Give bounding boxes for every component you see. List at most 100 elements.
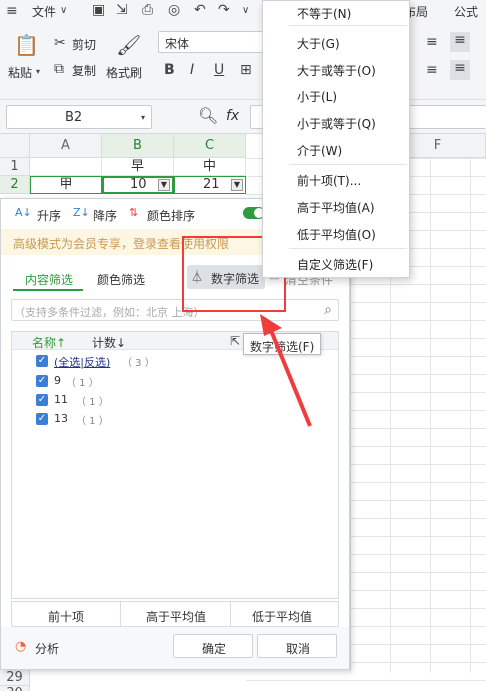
menu-item-top10[interactable]: 前十项(T)... (297, 172, 361, 189)
row-header-2[interactable]: 2 (0, 176, 30, 194)
filter-dropdown-icon[interactable]: ▼ (158, 179, 170, 191)
align-top-icon[interactable]: ≡ (426, 34, 438, 50)
fx-button[interactable]: fx (226, 108, 239, 124)
column-header-b[interactable]: B (102, 134, 174, 158)
list-item[interactable]: ✓ 13 （ 1 ） (36, 412, 236, 428)
ok-button[interactable]: 确定 (173, 634, 253, 658)
row-header-1[interactable]: 1 (0, 158, 30, 176)
print-icon[interactable]: ⎙ (142, 2, 153, 18)
copy-icon: ⧉ (54, 61, 64, 77)
select-all-corner[interactable] (0, 134, 30, 158)
checkbox-checked[interactable]: ✓ (36, 413, 48, 425)
ok-label: 确定 (202, 642, 227, 656)
paste-label: 粘贴 (8, 66, 33, 80)
menu-icon[interactable]: ≡ (6, 3, 18, 19)
list-item-count: （ 1 ） (76, 397, 109, 408)
tab-formula[interactable]: 公式 (454, 3, 478, 20)
row-header-30[interactable]: 30 (0, 686, 30, 691)
export-icon[interactable]: ⇲ (116, 2, 128, 18)
zoom-icon[interactable]: 🔍︎ (198, 108, 218, 124)
cell-reference: B2 (65, 110, 83, 125)
scissors-icon: ✂ (54, 35, 66, 51)
divider (120, 602, 121, 626)
menu-item-greater-than[interactable]: 大于(G) (297, 35, 340, 52)
cancel-button[interactable]: 取消 (257, 634, 337, 658)
row-header-29[interactable]: 29 (0, 670, 30, 686)
tab-active-underline (13, 289, 83, 291)
align-left-icon[interactable]: ≡ (426, 62, 438, 78)
align-middle-icon[interactable]: ≡ (450, 32, 470, 52)
list-item-count: （ 1 ） (76, 416, 109, 427)
checkbox-checked[interactable]: ✓ (36, 375, 48, 387)
list-item[interactable]: ✓ (全选|反选) （ 3 ） (36, 354, 236, 370)
below-average-button[interactable]: 低于平均值 (252, 608, 312, 625)
menu-item-greater-or-equal[interactable]: 大于或等于(O) (297, 62, 376, 79)
redo-icon[interactable]: ↷ (218, 2, 230, 18)
align-center-icon[interactable]: ≡ (450, 60, 470, 80)
menu-item-custom-filter[interactable]: 自定义筛选(F) (297, 256, 373, 273)
format-painter-button[interactable]: 🖌 格式刷 (106, 32, 146, 80)
border-icon[interactable]: ⊞ (240, 62, 252, 78)
sort-asc-button[interactable]: 升序 (37, 207, 61, 224)
cell-b2-value: 10 (130, 177, 147, 192)
checkbox-checked[interactable]: ✓ (36, 394, 48, 406)
formula-bar: B2 ▾ 🔍︎ fx (0, 100, 486, 134)
count-column-header[interactable]: 计数↓ (92, 334, 126, 351)
chevron-down-icon[interactable]: ∨ (60, 3, 67, 19)
sort-asc-icon: A↓ (15, 206, 32, 219)
sort-desc-button[interactable]: 降序 (93, 207, 117, 224)
paste-button[interactable]: 📋 粘贴 ▾ (8, 32, 44, 80)
list-item[interactable]: ✓ 9 （ 1 ） (36, 374, 236, 390)
list-item-label: 11 (54, 393, 68, 406)
menu-item-above-average[interactable]: 高于平均值(A) (297, 199, 375, 216)
above-average-button[interactable]: 高于平均值 (146, 608, 206, 625)
menu-item-less-or-equal[interactable]: 小于或等于(Q) (297, 115, 376, 132)
analysis-button[interactable]: 分析 (35, 640, 59, 657)
menu-item-between[interactable]: 介于(W) (297, 142, 342, 159)
tab-content-filter[interactable]: 内容筛选 (25, 271, 73, 288)
file-menu[interactable]: 文件 (32, 3, 56, 20)
list-item-label: (全选|反选) (54, 356, 111, 369)
chevron-down-icon: ▾ (141, 113, 146, 122)
name-box[interactable]: B2 ▾ (6, 105, 152, 129)
cell-a2[interactable]: 甲 (30, 176, 102, 194)
list-item-count: （ 3 ） (122, 358, 155, 369)
underline-icon[interactable]: U (214, 62, 224, 78)
chevron-down-icon[interactable]: ∨ (242, 3, 249, 19)
column-header-c[interactable]: C (174, 134, 246, 158)
cell-a1[interactable] (30, 158, 102, 176)
column-header-a[interactable]: A (30, 134, 102, 158)
ribbon-toolbar: ≡ 文件 ∨ ▣ ⇲ ⎙ ◎ ↶ ↷ ∨ 布局 公式 📋 粘贴 ▾ ✂ 剪切 ⧉… (0, 0, 486, 100)
search-icon[interactable]: ⌕ (324, 302, 332, 318)
top10-button[interactable]: 前十项 (48, 608, 84, 625)
preview-icon[interactable]: ◎ (168, 2, 180, 18)
menu-item-less-than[interactable]: 小于(L) (297, 88, 337, 105)
tab-color-filter[interactable]: 颜色筛选 (97, 271, 145, 288)
bold-icon[interactable]: B (164, 62, 175, 78)
italic-icon[interactable]: I (190, 62, 194, 78)
color-sort-icon: ⇅ (129, 206, 139, 219)
cell-c1[interactable]: 中 (174, 158, 246, 176)
list-item[interactable]: ✓ 11 （ 1 ） (36, 393, 236, 409)
color-sort-button[interactable]: 颜色排序 (147, 207, 195, 224)
cell-c2-value: 21 (203, 177, 220, 192)
pointer-arrow (260, 314, 312, 427)
cell-b1[interactable]: 早 (102, 158, 174, 176)
panel-footer: ◔ 分析 确定 取消 (1, 627, 349, 669)
brush-icon: 🖌 (116, 33, 142, 57)
font-name-select[interactable]: 宋体 (158, 31, 264, 53)
save-icon[interactable]: ▣ (92, 2, 105, 18)
menu-item-not-equal[interactable]: 不等于(N) (297, 5, 351, 22)
cell-c2[interactable]: 21 ▼ (174, 176, 246, 194)
cell-b2[interactable]: 10 ▼ (102, 176, 174, 194)
font-name-value: 宋体 (165, 37, 190, 51)
filter-dropdown-icon[interactable]: ▼ (231, 179, 243, 191)
copy-button[interactable]: 复制 (72, 62, 96, 79)
menu-separator (289, 25, 407, 26)
checkbox-checked[interactable]: ✓ (36, 355, 48, 367)
menu-item-below-average[interactable]: 低于平均值(O) (297, 226, 376, 243)
export-icon[interactable]: ⇱ (230, 333, 240, 349)
cut-button[interactable]: 剪切 (72, 36, 96, 53)
name-column-header[interactable]: 名称↑ (32, 334, 66, 351)
undo-icon[interactable]: ↶ (194, 2, 206, 18)
